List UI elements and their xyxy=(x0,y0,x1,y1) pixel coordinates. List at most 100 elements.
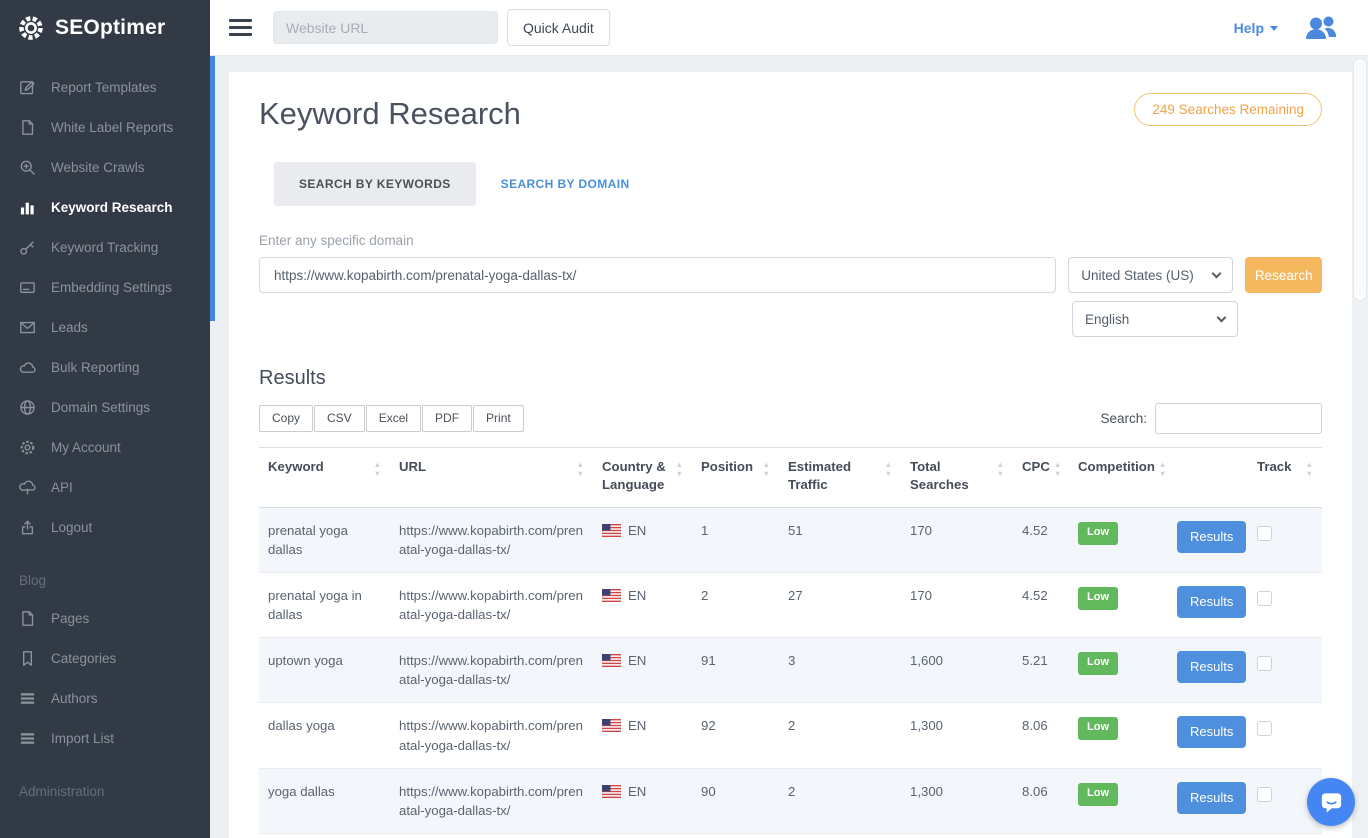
table-header-row: Keyword▲▼URL▲▼Country & Language▲▼Positi… xyxy=(259,448,1322,508)
competition-badge: Low xyxy=(1078,587,1118,610)
results-cell: Results xyxy=(1168,507,1248,572)
main-area: Keyword Research 249 Searches Remaining … xyxy=(210,56,1368,838)
card-icon xyxy=(19,279,36,296)
track-cell xyxy=(1248,638,1322,703)
sidebar-item-leads[interactable]: Leads xyxy=(0,307,210,347)
sidebar-item-bulk-reporting[interactable]: Bulk Reporting xyxy=(0,347,210,387)
sidebar-item-my-account[interactable]: My Account xyxy=(0,427,210,467)
sidebar-item-api[interactable]: API xyxy=(0,467,210,507)
sidebar-item-label: Pages xyxy=(51,611,89,626)
file-icon xyxy=(19,610,36,627)
column-header-total-searches[interactable]: Total Searches▲▼ xyxy=(901,448,1013,508)
column-header-country-language[interactable]: Country & Language▲▼ xyxy=(593,448,692,508)
sidebar-item-report-templates[interactable]: Report Templates xyxy=(0,67,210,107)
country-language-cell: EN xyxy=(593,572,692,637)
track-checkbox[interactable] xyxy=(1257,787,1272,802)
cpc-cell: 8.06 xyxy=(1013,703,1069,768)
search-tabs: SEARCH BY KEYWORDS SEARCH BY DOMAIN xyxy=(274,162,1322,206)
track-checkbox[interactable] xyxy=(1257,591,1272,606)
searches-remaining-badge[interactable]: 249 Searches Remaining xyxy=(1134,93,1322,126)
competition-cell: Low xyxy=(1069,507,1168,572)
page-scrollbar-thumb[interactable] xyxy=(1353,58,1367,301)
sidebar-item-pages[interactable]: Pages xyxy=(0,598,210,638)
keyword-cell: yoga class pregnancy xyxy=(259,834,390,838)
website-url-input[interactable] xyxy=(273,11,498,44)
quick-audit-button[interactable]: Quick Audit xyxy=(507,9,610,46)
domain-input[interactable] xyxy=(259,257,1056,293)
edit-icon xyxy=(19,79,36,96)
app-logo[interactable]: SEOptimer xyxy=(0,0,210,55)
export-copy-button[interactable]: Copy xyxy=(259,405,313,432)
sidebar-item-logout[interactable]: Logout xyxy=(0,507,210,547)
sidebar: SEOptimer Report Templates White Label Re… xyxy=(0,0,210,838)
cloud-api-icon xyxy=(19,479,36,496)
sidebar-item-website-crawls[interactable]: Website Crawls xyxy=(0,147,210,187)
url-cell: https://www.kopabirth.com/prenatal-yoga-… xyxy=(390,572,593,637)
sidebar-item-authors[interactable]: Authors xyxy=(0,678,210,718)
column-header-estimated-traffic[interactable]: Estimated Traffic▲▼ xyxy=(779,448,901,508)
help-menu[interactable]: Help xyxy=(1234,20,1278,36)
sidebar-item-label: Authors xyxy=(51,691,98,706)
export-csv-button[interactable]: CSV xyxy=(314,405,365,432)
url-cell: https://www.kopabirth.com/prenatal-yoga-… xyxy=(390,768,593,833)
results-button[interactable]: Results xyxy=(1177,716,1246,748)
gear-icon xyxy=(19,439,36,456)
column-header-position[interactable]: Position▲▼ xyxy=(692,448,779,508)
sidebar-item-import-list[interactable]: Import List xyxy=(0,718,210,758)
estimated-traffic-cell: 51 xyxy=(779,507,901,572)
results-button[interactable]: Results xyxy=(1177,586,1246,618)
column-header-track[interactable]: Track▲▼ xyxy=(1248,448,1322,508)
sort-icon: ▲▼ xyxy=(997,458,1004,494)
results-button[interactable]: Results xyxy=(1177,782,1246,814)
sidebar-item-categories[interactable]: Categories xyxy=(0,638,210,678)
sidebar-item-white-label-reports[interactable]: White Label Reports xyxy=(0,107,210,147)
us-flag-icon xyxy=(602,784,621,803)
estimated-traffic-cell: 27 xyxy=(779,572,901,637)
search-icon xyxy=(19,159,36,176)
us-flag-icon xyxy=(602,523,621,542)
menu-icon[interactable] xyxy=(229,19,252,36)
sidebar-item-label: Logout xyxy=(51,520,92,535)
table-row: prenatal yoga in dallashttps://www.kopab… xyxy=(259,572,1322,637)
sidebar-item-label: White Label Reports xyxy=(51,120,173,135)
estimated-traffic-cell: 3 xyxy=(779,638,901,703)
track-checkbox[interactable] xyxy=(1257,721,1272,736)
list-icon xyxy=(19,730,36,747)
column-header-competition[interactable]: Competition▲▼ xyxy=(1069,448,1168,508)
track-checkbox[interactable] xyxy=(1257,526,1272,541)
track-checkbox[interactable] xyxy=(1257,656,1272,671)
export-pdf-button[interactable]: PDF xyxy=(422,405,472,432)
sidebar-item-label: Import List xyxy=(51,731,114,746)
position-cell: 90 xyxy=(692,768,779,833)
tab-search-by-domain[interactable]: SEARCH BY DOMAIN xyxy=(476,162,655,206)
column-header-url[interactable]: URL▲▼ xyxy=(390,448,593,508)
sort-icon: ▲▼ xyxy=(1306,458,1313,478)
chat-launcher[interactable] xyxy=(1307,778,1355,826)
total-searches-cell: 1,300 xyxy=(901,703,1013,768)
page-scrollbar[interactable] xyxy=(1352,56,1368,838)
sidebar-item-keyword-tracking[interactable]: Keyword Tracking xyxy=(0,227,210,267)
competition-cell: Low xyxy=(1069,768,1168,833)
account-users-button[interactable] xyxy=(1304,14,1338,41)
key-icon xyxy=(19,239,36,256)
sidebar-item-domain-settings[interactable]: Domain Settings xyxy=(0,387,210,427)
table-search-input[interactable] xyxy=(1155,403,1322,434)
research-button[interactable]: Research xyxy=(1245,257,1322,293)
column-header-cpc[interactable]: CPC▲▼ xyxy=(1013,448,1069,508)
results-button[interactable]: Results xyxy=(1177,651,1246,683)
sidebar-item-label: My Account xyxy=(51,440,121,455)
export-print-button[interactable]: Print xyxy=(473,405,524,432)
position-cell: 1 xyxy=(692,507,779,572)
column-header-keyword[interactable]: Keyword▲▼ xyxy=(259,448,390,508)
sidebar-item-keyword-research[interactable]: Keyword Research xyxy=(0,187,210,227)
sidebar-item-embedding-settings[interactable]: Embedding Settings xyxy=(0,267,210,307)
chat-bubble-icon xyxy=(1319,789,1344,815)
country-select[interactable]: United States (US) xyxy=(1068,257,1233,293)
results-button[interactable]: Results xyxy=(1177,521,1246,553)
sidebar-scrollbar-thumb[interactable] xyxy=(210,56,215,321)
export-excel-button[interactable]: Excel xyxy=(366,405,421,432)
estimated-traffic-cell: 2 xyxy=(779,703,901,768)
sidebar-item-label: Website Crawls xyxy=(51,160,145,175)
tab-search-by-keywords[interactable]: SEARCH BY KEYWORDS xyxy=(274,162,476,206)
language-select[interactable]: English xyxy=(1072,301,1238,337)
